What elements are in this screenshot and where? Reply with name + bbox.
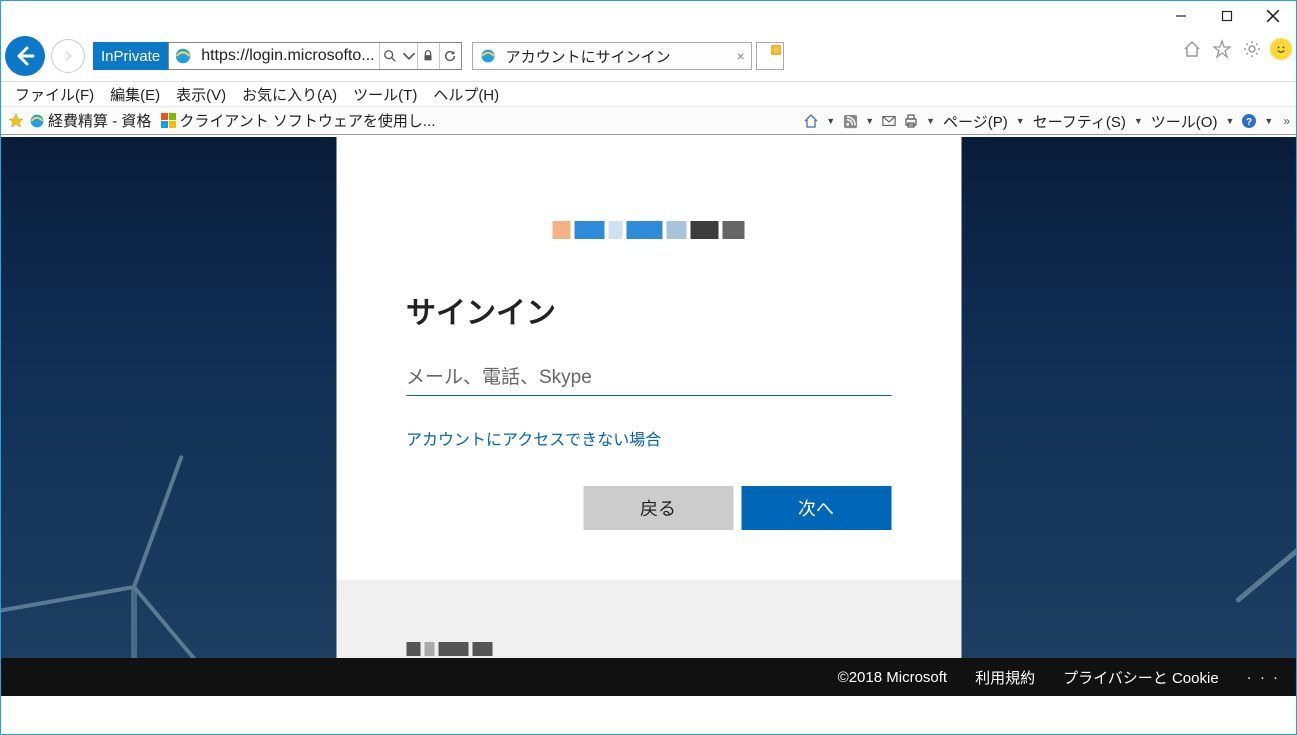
cmd-help-icon[interactable]: ? [1240,112,1258,130]
chevron-down-icon[interactable]: ▼ [1014,116,1027,126]
chevron-down-icon[interactable]: ▼ [1262,116,1275,126]
back-button[interactable] [5,36,45,76]
favorite-item-2[interactable]: クライアント ソフトウェアを使用し... [161,110,445,131]
next-button[interactable]: 次へ [741,486,891,530]
favorites-star-icon[interactable] [1210,37,1234,61]
window-controls [1158,1,1296,31]
add-favorite-star-icon[interactable] [7,112,25,130]
address-bar[interactable]: https://login.microsofto... [168,42,461,70]
chevron-down-icon[interactable]: ▼ [1132,116,1145,126]
tab-close-button[interactable]: × [731,46,751,66]
signin-heading: サインイン [406,288,891,332]
cmd-print-icon[interactable] [902,112,920,130]
signin-identifier-input[interactable] [406,360,891,396]
forward-button[interactable] [51,39,85,73]
close-button[interactable] [1250,1,1296,31]
cmd-feeds-icon[interactable] [841,112,859,130]
window-titlebar [1,1,1296,31]
menu-view[interactable]: 表示(V) [168,82,234,107]
menu-edit[interactable]: 編集(E) [102,82,168,107]
new-tab-button[interactable] [756,42,784,70]
cant-access-account-link[interactable]: アカウントにアクセスできない場合 [406,426,661,450]
favorite-item-1-label: 経費精算 - 資格 [48,110,151,131]
login-panel: サインイン アカウントにアクセスできない場合 戻る 次へ [336,137,961,696]
brand-logo-redacted [406,212,891,248]
cmd-home-icon[interactable] [802,112,820,130]
cmd-mail-icon[interactable] [880,112,898,130]
refresh-icon[interactable] [439,43,461,69]
lock-icon[interactable] [417,43,439,69]
browser-right-icons [1180,37,1292,61]
cmd-tools-menu[interactable]: ツール(O) [1149,111,1220,132]
footer-privacy-link[interactable]: プライバシーと Cookie [1063,667,1219,688]
favorite-item-1[interactable]: 経費精算 - 資格 [29,110,161,131]
browser-tab[interactable]: アカウントにサインイン × [472,42,752,70]
navigation-toolbar: InPrivate https://login.microsofto... アカ… [1,31,1296,81]
menu-file[interactable]: ファイル(F) [7,82,102,107]
cmd-page-menu[interactable]: ページ(P) [941,111,1010,132]
overflow-chevrons-icon[interactable]: » [1283,114,1290,128]
cmd-safety-menu[interactable]: セーフティ(S) [1031,111,1128,132]
footer-copyright: ©2018 Microsoft [838,669,947,686]
back-button[interactable]: 戻る [583,486,733,530]
ie-icon [172,45,194,67]
chevron-down-icon[interactable]: ▼ [924,116,937,126]
url-text[interactable]: https://login.microsofto... [197,47,378,65]
button-row: 戻る 次へ [406,486,891,530]
tab-favicon-ie-icon [477,45,499,67]
minimize-button[interactable] [1158,1,1204,31]
inprivate-badge: InPrivate [93,42,168,70]
menu-bar: ファイル(F) 編集(E) 表示(V) お気に入り(A) ツール(T) ヘルプ(… [1,81,1296,107]
chevron-down-icon[interactable]: ▼ [863,116,876,126]
feedback-smiley-icon[interactable] [1270,38,1292,60]
menu-help[interactable]: ヘルプ(H) [425,82,507,107]
command-bar: ▼ ▼ ▼ ページ(P) ▼ セーフティ(S) ▼ ツール(O) ▼ ? ▼ » [802,107,1290,135]
login-card: サインイン アカウントにアクセスできない場合 戻る 次へ [336,137,961,580]
page-content: サインイン アカウントにアクセスできない場合 戻る 次へ ©2018 Micro… [1,137,1296,696]
chevron-down-icon[interactable]: ▼ [1223,116,1236,126]
search-dropdown-icon[interactable] [401,43,417,69]
microsoft-logo-icon [161,113,176,128]
menu-favorites[interactable]: お気に入り(A) [234,82,345,107]
footer-terms-link[interactable]: 利用規約 [975,667,1035,688]
search-icon[interactable] [379,43,401,69]
favorites-bar: 経費精算 - 資格 クライアント ソフトウェアを使用し... ▼ ▼ ▼ ページ… [1,107,1296,135]
home-icon[interactable] [1180,37,1204,61]
tab-title: アカウントにサインイン [502,46,731,67]
footer-brand-redacted [406,642,492,656]
svg-text:?: ? [1246,117,1252,128]
page-footer: ©2018 Microsoft 利用規約 プライバシーと Cookie · · … [1,658,1296,696]
favorite-item-2-label: クライアント ソフトウェアを使用し... [179,110,435,131]
maximize-button[interactable] [1204,1,1250,31]
chevron-down-icon[interactable]: ▼ [824,116,837,126]
footer-more-icon[interactable]: · · · [1247,669,1280,686]
menu-tools[interactable]: ツール(T) [345,82,425,107]
settings-gear-icon[interactable] [1240,37,1264,61]
